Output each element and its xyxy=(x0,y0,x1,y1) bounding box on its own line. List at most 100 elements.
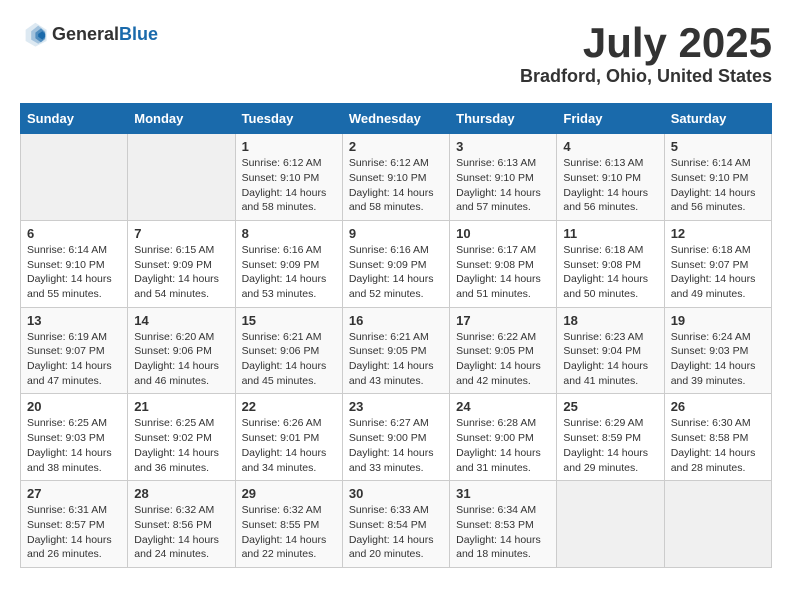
day-number: 31 xyxy=(456,486,550,501)
calendar-week-row: 6 Sunrise: 6:14 AMSunset: 9:10 PMDaylight… xyxy=(21,220,772,307)
calendar-cell xyxy=(128,134,235,221)
calendar-cell: 24 Sunrise: 6:28 AMSunset: 9:00 PMDayligh… xyxy=(450,394,557,481)
cell-content: Sunrise: 6:34 AMSunset: 8:53 PMDaylight:… xyxy=(456,503,550,562)
day-number: 3 xyxy=(456,139,550,154)
weekday-header-row: SundayMondayTuesdayWednesdayThursdayFrid… xyxy=(21,104,772,134)
day-number: 2 xyxy=(349,139,443,154)
cell-content: Sunrise: 6:15 AMSunset: 9:09 PMDaylight:… xyxy=(134,243,228,302)
day-number: 26 xyxy=(671,399,765,414)
calendar-table: SundayMondayTuesdayWednesdayThursdayFrid… xyxy=(20,103,772,568)
day-number: 29 xyxy=(242,486,336,501)
cell-content: Sunrise: 6:32 AMSunset: 8:55 PMDaylight:… xyxy=(242,503,336,562)
calendar-week-row: 13 Sunrise: 6:19 AMSunset: 9:07 PMDayligh… xyxy=(21,307,772,394)
day-number: 1 xyxy=(242,139,336,154)
weekday-header-sunday: Sunday xyxy=(21,104,128,134)
calendar-cell: 16 Sunrise: 6:21 AMSunset: 9:05 PMDayligh… xyxy=(342,307,449,394)
calendar-cell: 14 Sunrise: 6:20 AMSunset: 9:06 PMDayligh… xyxy=(128,307,235,394)
cell-content: Sunrise: 6:14 AMSunset: 9:10 PMDaylight:… xyxy=(671,156,765,215)
cell-content: Sunrise: 6:14 AMSunset: 9:10 PMDaylight:… xyxy=(27,243,121,302)
calendar-cell xyxy=(557,481,664,568)
cell-content: Sunrise: 6:26 AMSunset: 9:01 PMDaylight:… xyxy=(242,416,336,475)
calendar-cell xyxy=(664,481,771,568)
calendar-cell: 3Sunrise: 6:13 AMSunset: 9:10 PMDaylight… xyxy=(450,134,557,221)
calendar-cell: 6 Sunrise: 6:14 AMSunset: 9:10 PMDaylight… xyxy=(21,220,128,307)
cell-content: Sunrise: 6:18 AMSunset: 9:07 PMDaylight:… xyxy=(671,243,765,302)
day-number: 5 xyxy=(671,139,765,154)
day-number: 4 xyxy=(563,139,657,154)
calendar-cell: 27 Sunrise: 6:31 AMSunset: 8:57 PMDayligh… xyxy=(21,481,128,568)
cell-content: Sunrise: 6:18 AMSunset: 9:08 PMDaylight:… xyxy=(563,243,657,302)
cell-content: Sunrise: 6:13 AMSunset: 9:10 PMDaylight:… xyxy=(563,156,657,215)
weekday-header-saturday: Saturday xyxy=(664,104,771,134)
cell-content: Sunrise: 6:21 AMSunset: 9:05 PMDaylight:… xyxy=(349,330,443,389)
day-number: 13 xyxy=(27,313,121,328)
calendar-cell: 18 Sunrise: 6:23 AMSunset: 9:04 PMDayligh… xyxy=(557,307,664,394)
calendar-cell: 15Sunrise: 6:21 AMSunset: 9:06 PMDayligh… xyxy=(235,307,342,394)
cell-content: Sunrise: 6:27 AMSunset: 9:00 PMDaylight:… xyxy=(349,416,443,475)
cell-content: Sunrise: 6:20 AMSunset: 9:06 PMDaylight:… xyxy=(134,330,228,389)
day-number: 24 xyxy=(456,399,550,414)
day-number: 19 xyxy=(671,313,765,328)
cell-content: Sunrise: 6:16 AMSunset: 9:09 PMDaylight:… xyxy=(349,243,443,302)
day-number: 30 xyxy=(349,486,443,501)
calendar-cell: 9 Sunrise: 6:16 AMSunset: 9:09 PMDaylight… xyxy=(342,220,449,307)
calendar-cell: 19 Sunrise: 6:24 AMSunset: 9:03 PMDayligh… xyxy=(664,307,771,394)
page-header: General Blue July 2025 Bradford, Ohio, U… xyxy=(20,20,772,87)
calendar-cell: 11Sunrise: 6:18 AMSunset: 9:08 PMDayligh… xyxy=(557,220,664,307)
calendar-cell: 5 Sunrise: 6:14 AMSunset: 9:10 PMDaylight… xyxy=(664,134,771,221)
cell-content: Sunrise: 6:17 AMSunset: 9:08 PMDaylight:… xyxy=(456,243,550,302)
calendar-cell: 8 Sunrise: 6:16 AMSunset: 9:09 PMDaylight… xyxy=(235,220,342,307)
day-number: 25 xyxy=(563,399,657,414)
day-number: 7 xyxy=(134,226,228,241)
cell-content: Sunrise: 6:16 AMSunset: 9:09 PMDaylight:… xyxy=(242,243,336,302)
calendar-cell xyxy=(21,134,128,221)
cell-content: Sunrise: 6:19 AMSunset: 9:07 PMDaylight:… xyxy=(27,330,121,389)
cell-content: Sunrise: 6:22 AMSunset: 9:05 PMDaylight:… xyxy=(456,330,550,389)
calendar-week-row: 20 Sunrise: 6:25 AMSunset: 9:03 PMDayligh… xyxy=(21,394,772,481)
cell-content: Sunrise: 6:29 AMSunset: 8:59 PMDaylight:… xyxy=(563,416,657,475)
weekday-header-thursday: Thursday xyxy=(450,104,557,134)
cell-content: Sunrise: 6:24 AMSunset: 9:03 PMDaylight:… xyxy=(671,330,765,389)
day-number: 14 xyxy=(134,313,228,328)
calendar-week-row: 27 Sunrise: 6:31 AMSunset: 8:57 PMDayligh… xyxy=(21,481,772,568)
location-title: Bradford, Ohio, United States xyxy=(520,66,772,87)
cell-content: Sunrise: 6:12 AMSunset: 9:10 PMDaylight:… xyxy=(349,156,443,215)
day-number: 21 xyxy=(134,399,228,414)
day-number: 10 xyxy=(456,226,550,241)
calendar-cell: 10 Sunrise: 6:17 AMSunset: 9:08 PMDayligh… xyxy=(450,220,557,307)
calendar-cell: 23Sunrise: 6:27 AMSunset: 9:00 PMDayligh… xyxy=(342,394,449,481)
cell-content: Sunrise: 6:25 AMSunset: 9:03 PMDaylight:… xyxy=(27,416,121,475)
day-number: 6 xyxy=(27,226,121,241)
calendar-cell: 20 Sunrise: 6:25 AMSunset: 9:03 PMDayligh… xyxy=(21,394,128,481)
weekday-header-monday: Monday xyxy=(128,104,235,134)
calendar-cell: 4 Sunrise: 6:13 AMSunset: 9:10 PMDaylight… xyxy=(557,134,664,221)
calendar-cell: 7 Sunrise: 6:15 AMSunset: 9:09 PMDaylight… xyxy=(128,220,235,307)
day-number: 27 xyxy=(27,486,121,501)
calendar-cell: 21 Sunrise: 6:25 AMSunset: 9:02 PMDayligh… xyxy=(128,394,235,481)
logo: General Blue xyxy=(20,20,158,48)
calendar-week-row: 1 Sunrise: 6:12 AMSunset: 9:10 PMDaylight… xyxy=(21,134,772,221)
day-number: 16 xyxy=(349,313,443,328)
cell-content: Sunrise: 6:28 AMSunset: 9:00 PMDaylight:… xyxy=(456,416,550,475)
cell-content: Sunrise: 6:23 AMSunset: 9:04 PMDaylight:… xyxy=(563,330,657,389)
cell-content: Sunrise: 6:12 AMSunset: 9:10 PMDaylight:… xyxy=(242,156,336,215)
calendar-cell: 26Sunrise: 6:30 AMSunset: 8:58 PMDayligh… xyxy=(664,394,771,481)
logo-general-text: General xyxy=(52,24,119,45)
weekday-header-tuesday: Tuesday xyxy=(235,104,342,134)
cell-content: Sunrise: 6:32 AMSunset: 8:56 PMDaylight:… xyxy=(134,503,228,562)
cell-content: Sunrise: 6:25 AMSunset: 9:02 PMDaylight:… xyxy=(134,416,228,475)
calendar-cell: 25 Sunrise: 6:29 AMSunset: 8:59 PMDayligh… xyxy=(557,394,664,481)
calendar-cell: 12 Sunrise: 6:18 AMSunset: 9:07 PMDayligh… xyxy=(664,220,771,307)
calendar-cell: 31 Sunrise: 6:34 AMSunset: 8:53 PMDayligh… xyxy=(450,481,557,568)
day-number: 20 xyxy=(27,399,121,414)
month-title: July 2025 xyxy=(520,20,772,66)
cell-content: Sunrise: 6:31 AMSunset: 8:57 PMDaylight:… xyxy=(27,503,121,562)
weekday-header-wednesday: Wednesday xyxy=(342,104,449,134)
day-number: 8 xyxy=(242,226,336,241)
calendar-cell: 28Sunrise: 6:32 AMSunset: 8:56 PMDayligh… xyxy=(128,481,235,568)
day-number: 12 xyxy=(671,226,765,241)
day-number: 18 xyxy=(563,313,657,328)
day-number: 9 xyxy=(349,226,443,241)
calendar-cell: 13 Sunrise: 6:19 AMSunset: 9:07 PMDayligh… xyxy=(21,307,128,394)
calendar-cell: 29 Sunrise: 6:32 AMSunset: 8:55 PMDayligh… xyxy=(235,481,342,568)
